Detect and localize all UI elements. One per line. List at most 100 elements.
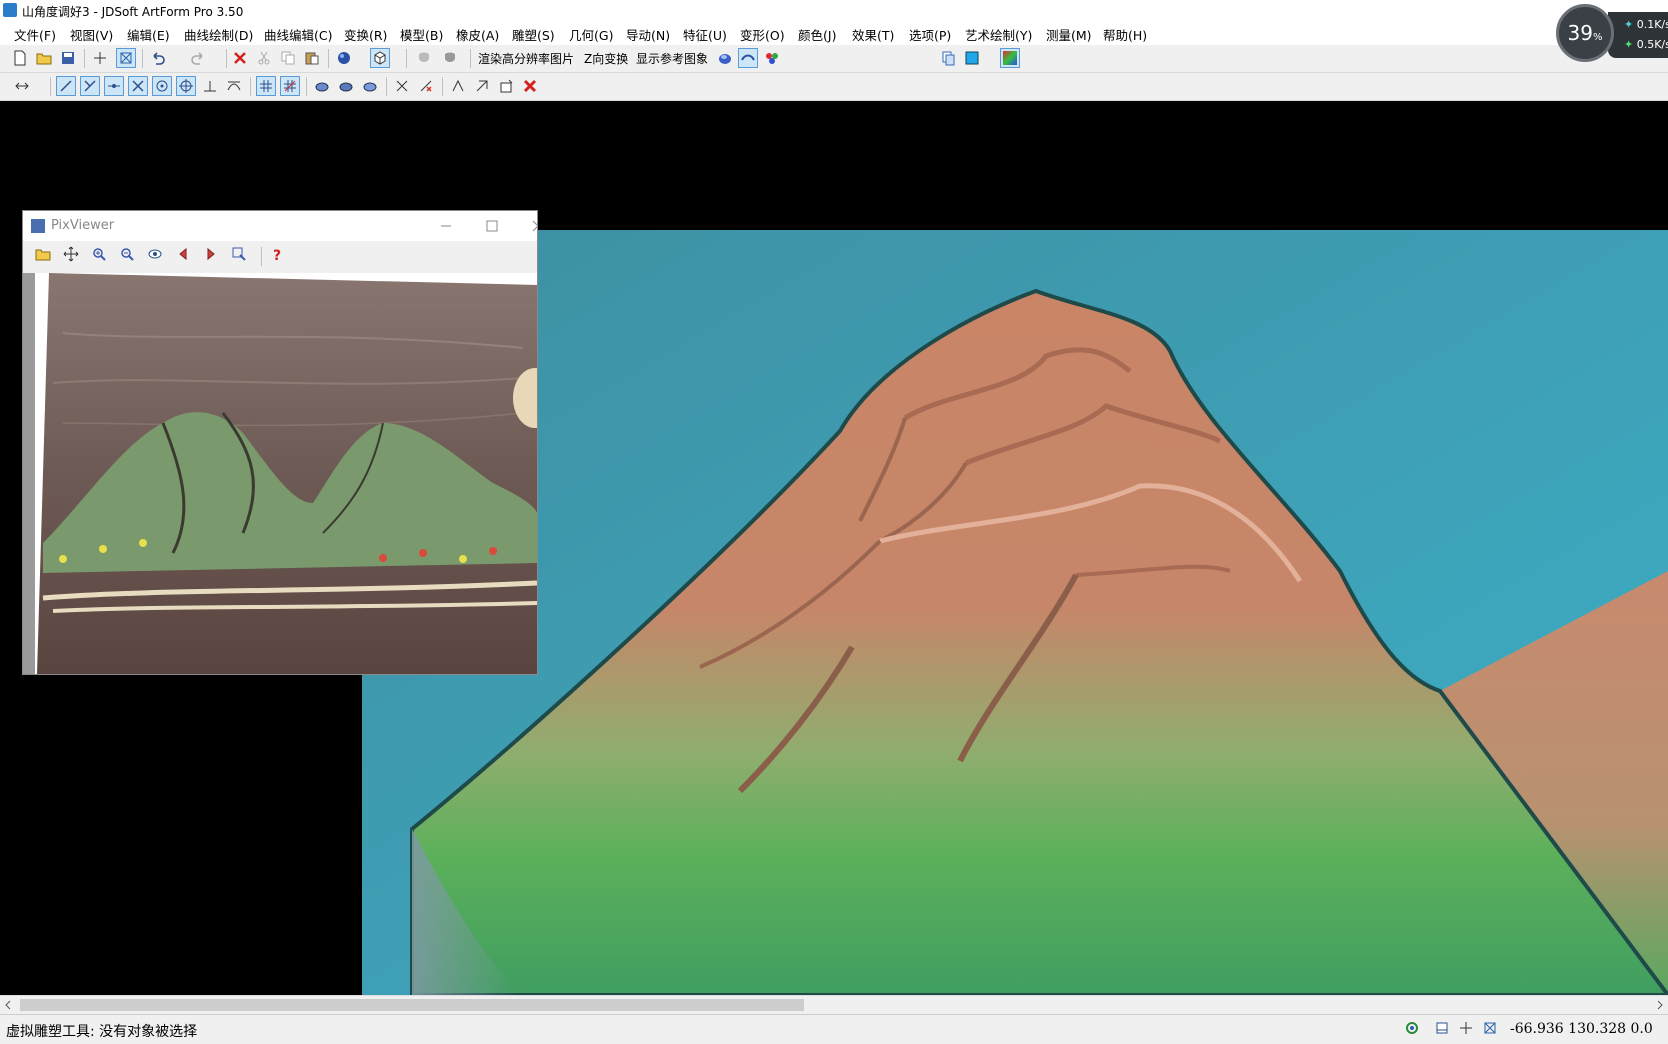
upload-speed: ✦ 0.1K/s: [1624, 18, 1668, 31]
zoom-in-icon[interactable]: [89, 244, 109, 264]
minimize-icon[interactable]: [431, 215, 461, 237]
cross-icon[interactable]: [128, 76, 148, 96]
open-folder-icon[interactable]: [34, 48, 54, 68]
grid-icon[interactable]: [256, 76, 276, 96]
menu-curve-draw[interactable]: 曲线绘制(D): [184, 25, 253, 44]
render-icon[interactable]: [715, 48, 735, 68]
palette-icon[interactable]: [762, 48, 782, 68]
view-cube-icon[interactable]: [370, 48, 390, 68]
tangent-icon[interactable]: [224, 76, 244, 96]
delete-icon[interactable]: [230, 48, 250, 68]
menu-eraser[interactable]: 橡皮(A): [456, 25, 499, 44]
menu-sweep[interactable]: 导动(N): [626, 25, 670, 44]
snap-icon[interactable]: [12, 76, 32, 96]
menu-effect[interactable]: 效果(T): [852, 25, 894, 44]
menu-sculpt[interactable]: 雕塑(S): [512, 25, 555, 44]
emboss-c-icon[interactable]: [360, 76, 380, 96]
menu-feature[interactable]: 特征(U): [683, 25, 727, 44]
menu-deform[interactable]: 变形(O): [740, 25, 785, 44]
z-transform-button[interactable]: Z向变换: [584, 50, 628, 67]
trim-icon[interactable]: [80, 76, 100, 96]
point-icon[interactable]: [104, 76, 124, 96]
perpendicular-icon[interactable]: [200, 76, 220, 96]
network-panel: ✦ 0.1K/s ✦ 0.5K/s: [1608, 12, 1668, 58]
tool-b-icon[interactable]: [472, 76, 492, 96]
tool-a-icon[interactable]: [448, 76, 468, 96]
horizontal-scrollbar[interactable]: [0, 995, 1668, 1014]
scroll-right-icon[interactable]: [1656, 1000, 1664, 1010]
menu-edit[interactable]: 编辑(E): [127, 25, 170, 44]
refresh-icon[interactable]: [1402, 1018, 1422, 1038]
mask-icon[interactable]: [414, 48, 434, 68]
undo-icon[interactable]: [148, 48, 168, 68]
cursor-coordinates: -66.936 130.328 0.0: [1510, 1021, 1653, 1037]
close-icon[interactable]: [523, 215, 537, 237]
cut-icon[interactable]: [254, 48, 274, 68]
printer-icon[interactable]: [1432, 1018, 1452, 1038]
menu-options[interactable]: 选项(P): [909, 25, 951, 44]
menu-model[interactable]: 模型(B): [400, 25, 443, 44]
menu-transform[interactable]: 变换(R): [344, 25, 387, 44]
circle-cross-icon[interactable]: [176, 76, 196, 96]
menu-geometry[interactable]: 几何(G): [569, 25, 613, 44]
redo-icon[interactable]: [188, 48, 208, 68]
menu-color[interactable]: 颜色(J): [798, 25, 836, 44]
close-x-icon[interactable]: [520, 76, 540, 96]
crosshair-icon[interactable]: [90, 48, 110, 68]
sphere-icon[interactable]: [334, 48, 354, 68]
save-icon[interactable]: [58, 48, 78, 68]
paste-icon[interactable]: [302, 48, 322, 68]
surface-icon[interactable]: [738, 48, 758, 68]
menu-measure[interactable]: 测量(M): [1046, 25, 1092, 44]
status-bar: 虚拟雕塑工具: 没有对象被选择 -66.936 130.328 0.0: [0, 1014, 1668, 1044]
select-box-icon[interactable]: [1480, 1018, 1500, 1038]
tool-c-icon[interactable]: [496, 76, 516, 96]
status-message: 虚拟雕塑工具: 没有对象被选择: [6, 1024, 198, 1040]
select-box-icon[interactable]: [116, 48, 136, 68]
cpu-percent-gauge: 39%: [1556, 4, 1614, 62]
prev-icon[interactable]: [173, 244, 193, 264]
new-file-icon[interactable]: [10, 48, 30, 68]
move-icon[interactable]: [61, 244, 81, 264]
emboss-b-icon[interactable]: [336, 76, 356, 96]
title-bar: 山角度调好3 - JDSoft ArtForm Pro 3.50: [0, 0, 1668, 22]
scrollbar-thumb[interactable]: [20, 999, 804, 1011]
eye-icon[interactable]: [145, 244, 165, 264]
help-icon[interactable]: ?: [267, 244, 287, 264]
gradient-icon[interactable]: [1000, 48, 1020, 68]
render-hires-button[interactable]: 渲染高分辨率图片: [478, 50, 574, 67]
next-icon[interactable]: [201, 244, 221, 264]
scissor-b-icon[interactable]: [416, 76, 436, 96]
line-icon[interactable]: [56, 76, 76, 96]
pixviewer-toolbar: ?: [23, 241, 537, 274]
open-folder-icon[interactable]: [33, 244, 53, 264]
menu-view[interactable]: 视图(V): [70, 25, 113, 44]
main-toolbar: 渲染高分辨率图片 Z向变换 显示参考图象: [0, 45, 1668, 73]
crosshair-icon[interactable]: [1456, 1018, 1476, 1038]
network-speed-widget: ✦ 0.1K/s ✦ 0.5K/s 39%: [1556, 4, 1668, 64]
zoom-out-icon[interactable]: [117, 244, 137, 264]
grid-snap-icon[interactable]: [280, 76, 300, 96]
app-icon: [3, 3, 17, 17]
pixviewer-title: PixViewer: [51, 218, 115, 233]
emboss-a-icon[interactable]: [312, 76, 332, 96]
maximize-icon[interactable]: [477, 215, 507, 237]
show-reference-button[interactable]: 显示参考图象: [636, 50, 708, 67]
mask-filled-icon[interactable]: [440, 48, 460, 68]
menu-curve-edit[interactable]: 曲线编辑(C): [264, 25, 332, 44]
pixviewer-title-bar[interactable]: PixViewer: [23, 211, 537, 241]
zoom-fit-icon[interactable]: [229, 244, 249, 264]
circle-point-icon[interactable]: [152, 76, 172, 96]
window-title: 山角度调好3 - JDSoft ArtForm Pro 3.50: [22, 5, 244, 19]
menu-file[interactable]: 文件(F): [14, 25, 56, 44]
color-swatch-icon[interactable]: [962, 48, 982, 68]
curve-toolbar: [0, 73, 1668, 101]
menu-help[interactable]: 帮助(H): [1103, 25, 1147, 44]
reference-photo: [23, 273, 537, 674]
copy-icon[interactable]: [278, 48, 298, 68]
pixviewer-window[interactable]: PixViewer ?: [22, 210, 538, 675]
layers-icon[interactable]: [938, 48, 958, 68]
scissor-a-icon[interactable]: [392, 76, 412, 96]
scroll-left-icon[interactable]: [4, 1000, 12, 1010]
menu-art-draw[interactable]: 艺术绘制(Y): [965, 25, 1032, 44]
